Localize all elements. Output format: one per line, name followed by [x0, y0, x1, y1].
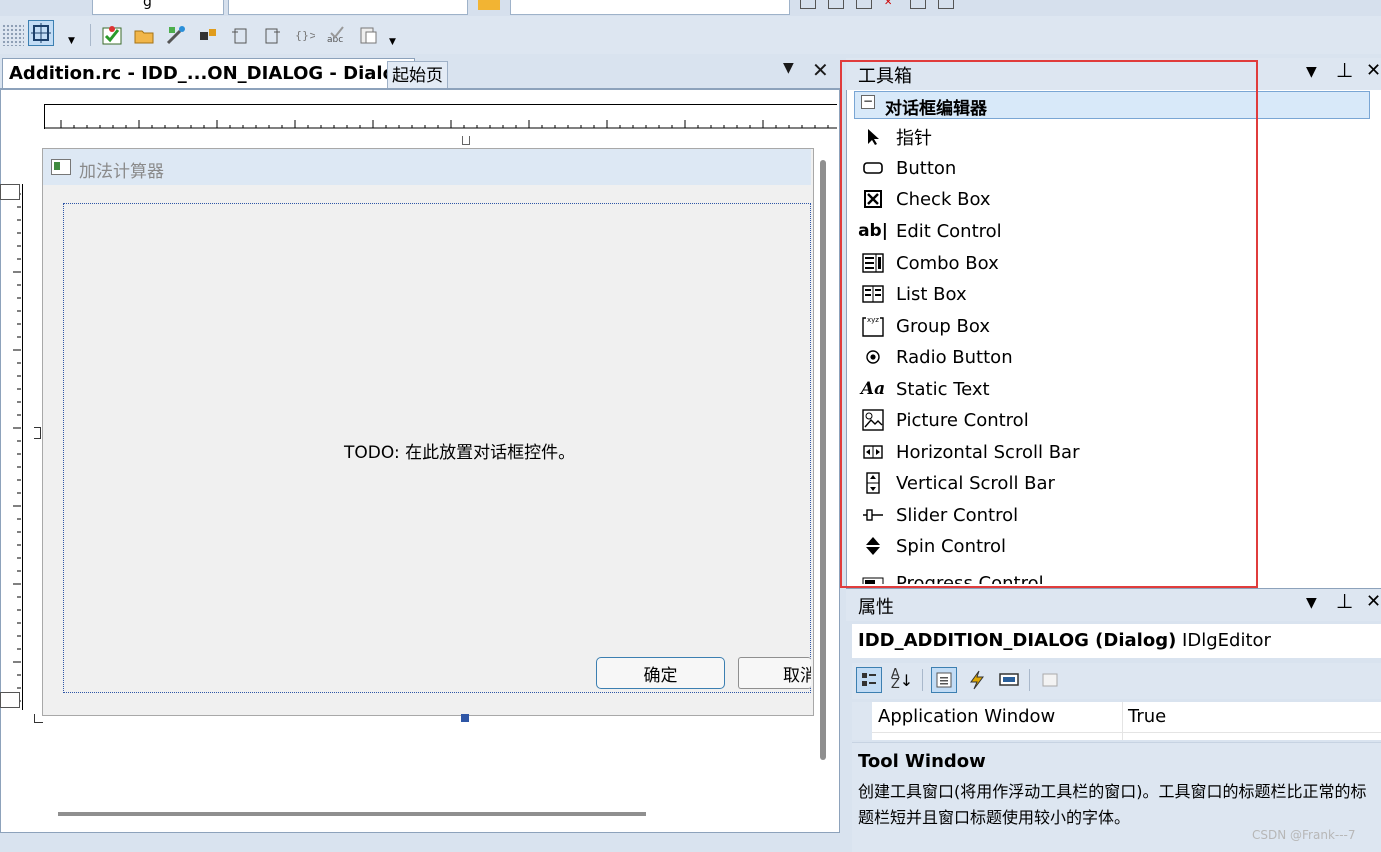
properties-grid: Application Window True: [852, 702, 1381, 740]
ruler-guide-bottom-left[interactable]: [0, 692, 20, 708]
toolbox-icon[interactable]: [938, 0, 954, 9]
highlight-annotation-box: [840, 60, 1258, 588]
toolbar-dialog-buttons: {}> abc ▼: [90, 22, 420, 48]
tab-close-icon[interactable]: ✕: [812, 58, 829, 82]
property-value[interactable]: True: [1128, 706, 1166, 727]
find-combo[interactable]: [510, 0, 790, 15]
properties-header: 属性 ▼ ⊥ ✕: [846, 588, 1381, 621]
editor-horizontal-scrollbar[interactable]: [58, 812, 646, 816]
properties-object-name: IDD_ADDITION_DIALOG (Dialog): [858, 630, 1177, 651]
paste-icon[interactable]: [357, 24, 379, 46]
tab-addition-rc-label: Addition.rc - IDD_...ON_DIALOG - Dialog: [9, 63, 408, 84]
watermark: CSDN @Frank---7: [1252, 828, 1356, 842]
window-icon[interactable]: [828, 0, 844, 9]
redo-icon[interactable]: [261, 24, 283, 46]
toolbar-separator: [90, 24, 91, 46]
toolbar-overflow-icon[interactable]: ▼: [68, 36, 75, 46]
properties-pin-icon[interactable]: ⊥: [1336, 589, 1353, 613]
properties-toolbar: A Z ↓: [852, 663, 1381, 699]
resize-handle-bottom[interactable]: [461, 714, 469, 722]
properties-title: 属性: [858, 597, 894, 618]
property-pages-icon[interactable]: [1038, 668, 1062, 692]
properties-object-type: IDlgEditor: [1182, 630, 1271, 651]
class-wizard-icon[interactable]: [165, 24, 187, 46]
property-row[interactable]: Application Window True: [852, 702, 1381, 740]
toolbox-dropdown-icon[interactable]: ▼: [1306, 64, 1317, 80]
cancel-button-label: 取消: [783, 665, 811, 686]
cancel-button[interactable]: 取消: [738, 657, 811, 689]
description-title: Tool Window: [858, 751, 986, 772]
dialog-app-icon: [51, 159, 71, 175]
toolbar-separator: [1029, 669, 1030, 691]
ruler-guide-top-left[interactable]: [0, 184, 20, 200]
add-event-icon[interactable]: [197, 24, 219, 46]
spell-check-icon[interactable]: abc: [325, 24, 347, 46]
properties-close-icon[interactable]: ✕: [1366, 591, 1381, 612]
properties-view-icon[interactable]: [931, 667, 957, 693]
delete-icon[interactable]: ✕: [884, 0, 898, 8]
toolbar-separator: [922, 669, 923, 691]
description-text: 创建工具窗口(将用作浮动工具栏的窗口)。工具窗口的标题栏比正常的标题栏短并且窗口…: [858, 782, 1367, 827]
horizontal-ruler[interactable]: [44, 104, 837, 129]
properties-object-selector[interactable]: IDD_ADDITION_DIALOG (Dialog) IDlgEditor: [852, 624, 1381, 658]
toolbar-top-buttons: ✕: [800, 0, 1030, 12]
property-name: Application Window: [878, 706, 1056, 727]
todo-static-text[interactable]: TODO: 在此放置对话框控件。: [344, 438, 575, 463]
tab-addition-rc[interactable]: Addition.rc - IDD_...ON_DIALOG - Dialog: [2, 58, 415, 89]
toolbox-close-icon[interactable]: ✕: [1366, 60, 1381, 81]
properties-dropdown-icon[interactable]: ▼: [1306, 595, 1317, 611]
tab-start-page[interactable]: 起始页: [387, 61, 448, 88]
variable-icon[interactable]: {}>: [293, 24, 315, 46]
messages-icon[interactable]: [997, 668, 1021, 692]
grid-icon: [31, 23, 51, 43]
props-icon[interactable]: [910, 0, 926, 9]
toolbar-overflow2-icon[interactable]: ▼: [389, 37, 396, 47]
find-icon[interactable]: [800, 0, 816, 9]
tab-start-page-label: 起始页: [392, 66, 443, 86]
toolbox-pin-icon[interactable]: ⊥: [1336, 58, 1353, 82]
ok-button[interactable]: 确定: [596, 657, 725, 689]
ruler-guide-top[interactable]: [462, 136, 470, 145]
undo-icon[interactable]: [229, 24, 251, 46]
alphabetical-icon[interactable]: A Z ↓: [890, 668, 914, 692]
window2-icon[interactable]: [856, 0, 872, 9]
folder-icon[interactable]: [478, 0, 500, 10]
test-dialog-icon[interactable]: [101, 24, 123, 46]
platform-combo[interactable]: [228, 0, 468, 15]
events-icon[interactable]: [965, 668, 989, 692]
dialog-titlebar[interactable]: 加法计算器: [43, 149, 811, 185]
ruler-ticks-v: [13, 193, 21, 702]
config-combo[interactable]: g: [92, 0, 224, 15]
categorized-icon[interactable]: [856, 667, 882, 693]
grid-toggle-button[interactable]: [28, 20, 54, 46]
svg-text:{}>: {}>: [295, 29, 315, 42]
open-folder-icon[interactable]: [133, 24, 155, 46]
resize-handle-left[interactable]: [34, 427, 41, 439]
dialog-title: 加法计算器: [79, 162, 164, 182]
editor-vertical-scrollbar[interactable]: [820, 160, 826, 760]
vertical-ruler[interactable]: [0, 184, 23, 710]
tab-dropdown-icon[interactable]: ▼: [783, 60, 794, 76]
ruler-ticks-h: [45, 120, 837, 129]
toolbar-grip[interactable]: [2, 24, 24, 46]
resize-corner-bl[interactable]: [34, 714, 43, 723]
